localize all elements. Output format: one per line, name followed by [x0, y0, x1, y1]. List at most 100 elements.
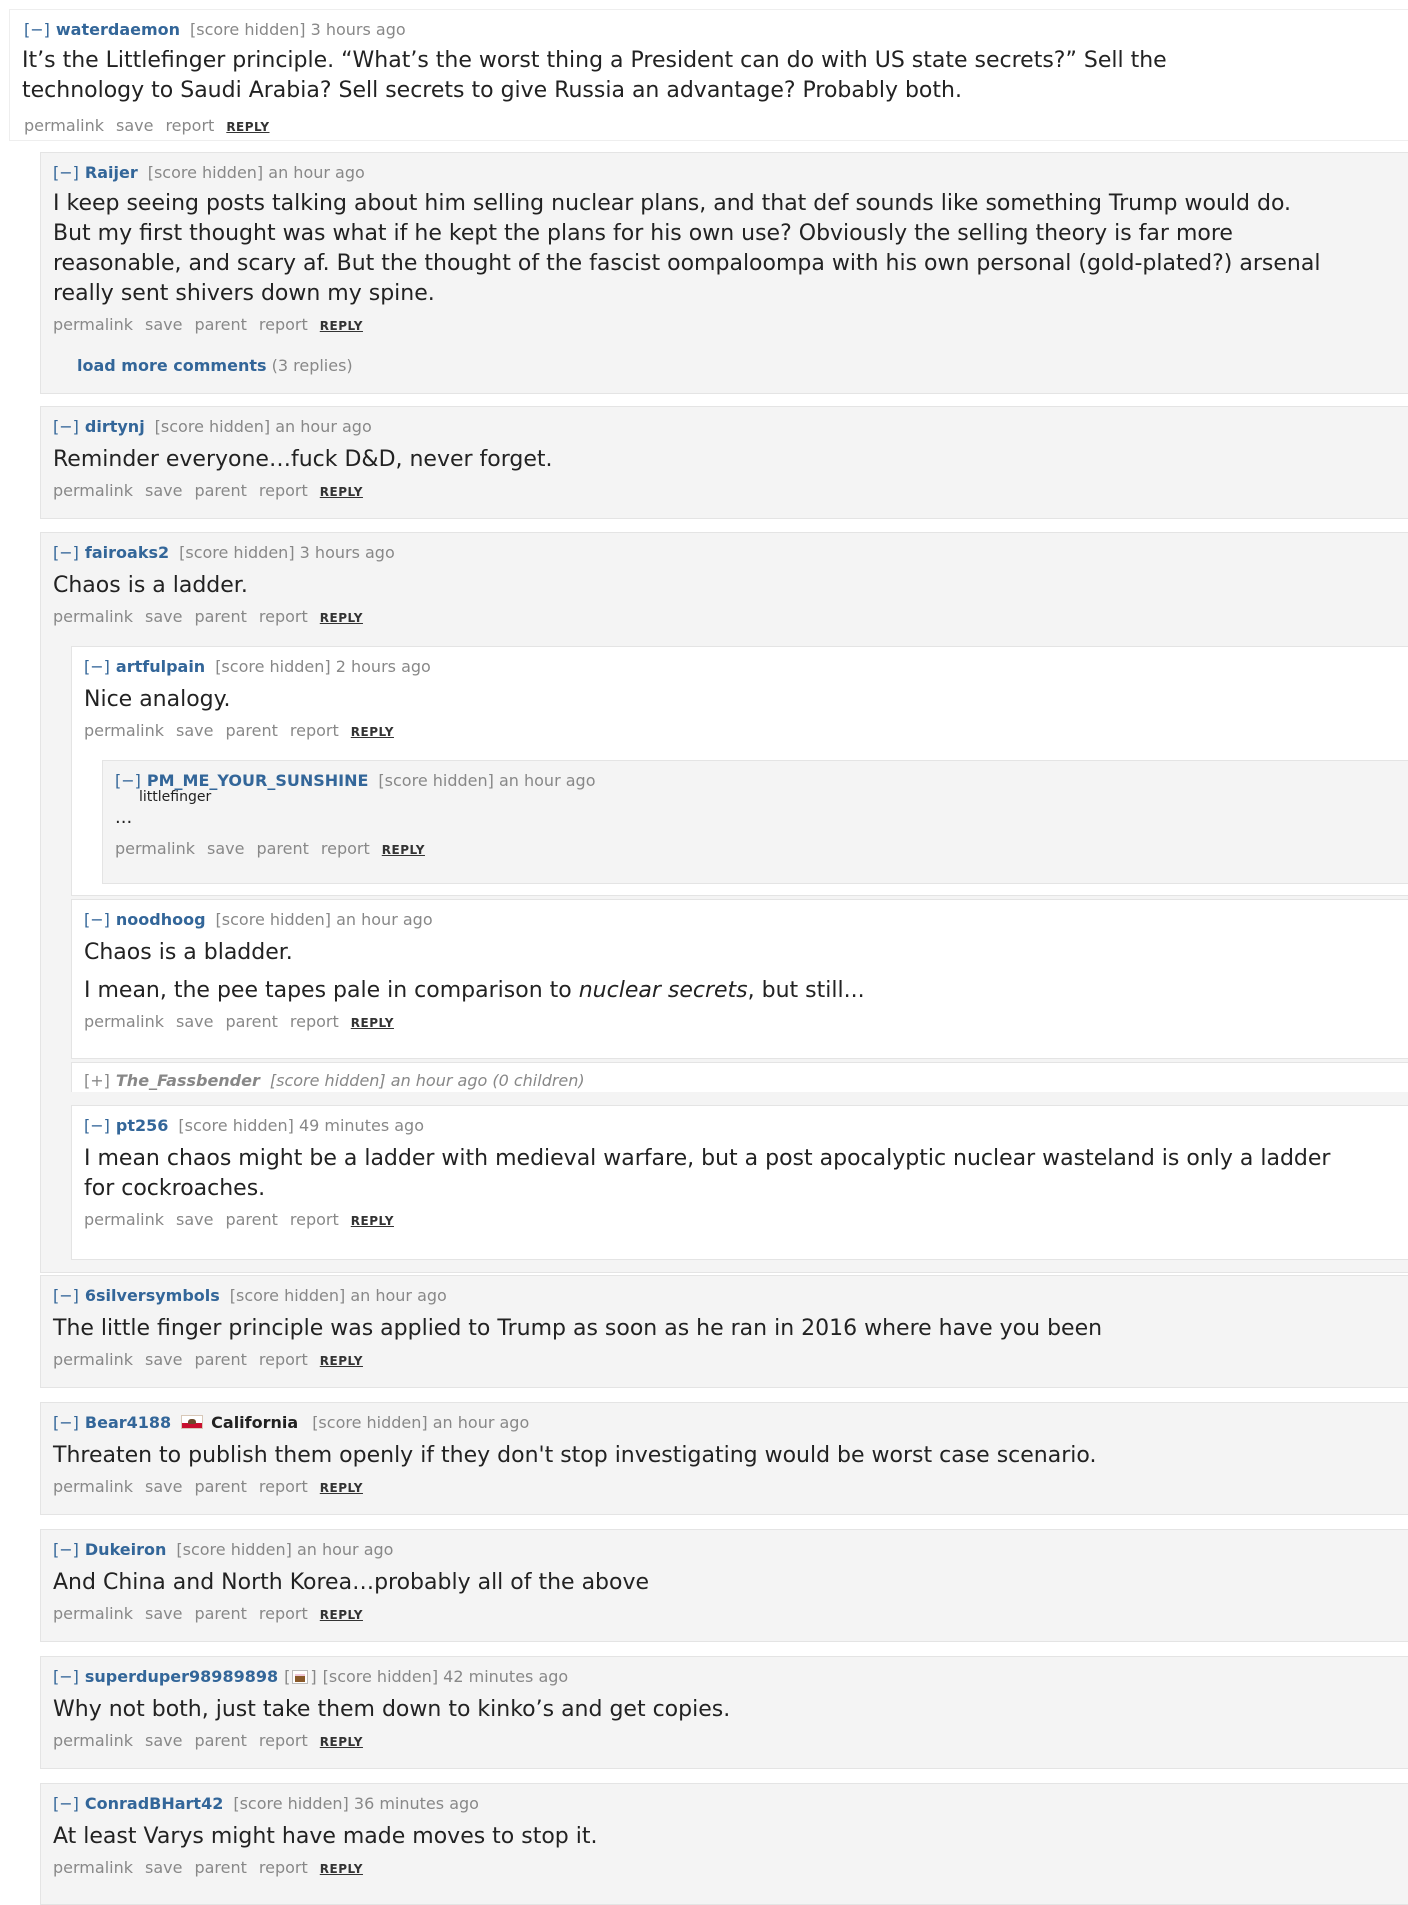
comment-tagline: [−] fairoaks2 [score hidden] 3 hours ago — [53, 543, 1408, 563]
collapse-toggle[interactable]: [−] — [53, 1286, 79, 1305]
report-link[interactable]: report — [259, 315, 308, 334]
parent-link[interactable]: parent — [225, 1210, 277, 1229]
save-link[interactable]: save — [145, 315, 182, 334]
reply-link[interactable]: REPLY — [320, 485, 363, 499]
report-link[interactable]: report — [290, 1210, 339, 1229]
timestamp: 3 hours ago — [299, 543, 395, 562]
comment-actions: permalink save parent report REPLY — [53, 607, 1408, 628]
parent-link[interactable]: parent — [194, 1350, 246, 1369]
author-link[interactable]: noodhoog — [116, 910, 206, 929]
collapse-toggle[interactable]: [−] — [53, 1413, 79, 1432]
save-link[interactable]: save — [145, 481, 182, 500]
reply-link[interactable]: REPLY — [351, 1214, 394, 1228]
parent-link[interactable]: parent — [225, 1012, 277, 1031]
reply-link[interactable]: REPLY — [320, 1862, 363, 1876]
reply-link[interactable]: REPLY — [320, 1481, 363, 1495]
parent-link[interactable]: parent — [225, 721, 277, 740]
report-link[interactable]: report — [259, 481, 308, 500]
permalink-link[interactable]: permalink — [53, 481, 133, 500]
author-link[interactable]: pt256 — [116, 1116, 169, 1135]
author-link[interactable]: 6silversymbols — [85, 1286, 220, 1305]
comment: [−] superduper98989898 [] [score hidden] 42… — [40, 1656, 1408, 1769]
save-link[interactable]: save — [145, 1731, 182, 1750]
report-link[interactable]: report — [290, 721, 339, 740]
reply-link[interactable]: REPLY — [320, 611, 363, 625]
save-link[interactable]: save — [207, 839, 244, 858]
report-link[interactable]: report — [290, 1012, 339, 1031]
report-link[interactable]: report — [321, 839, 370, 858]
permalink-link[interactable]: permalink — [53, 1604, 133, 1623]
author-link[interactable]: ConradBHart42 — [85, 1794, 223, 1813]
reply-link[interactable]: REPLY — [226, 120, 269, 134]
save-link[interactable]: save — [145, 1477, 182, 1496]
permalink-link[interactable]: permalink — [53, 1731, 133, 1750]
permalink-link[interactable]: permalink — [84, 1012, 164, 1031]
report-link[interactable]: report — [259, 1604, 308, 1623]
report-link[interactable]: report — [259, 607, 308, 626]
author-link[interactable]: PM_ME_YOUR_SUNSHINE — [147, 771, 369, 790]
author-link[interactable]: artfulpain — [116, 657, 205, 676]
permalink-link[interactable]: permalink — [84, 1210, 164, 1229]
reply-link[interactable]: REPLY — [320, 1608, 363, 1622]
permalink-link[interactable]: permalink — [53, 1350, 133, 1369]
parent-link[interactable]: parent — [194, 1477, 246, 1496]
permalink-link[interactable]: permalink — [53, 607, 133, 626]
collapse-toggle[interactable]: [−] — [53, 543, 79, 562]
comment-text: I keep seeing posts talking about him se… — [53, 191, 1321, 306]
reply-link[interactable]: REPLY — [320, 1735, 363, 1749]
collapse-toggle[interactable]: [−] — [53, 163, 79, 182]
report-link[interactable]: report — [259, 1477, 308, 1496]
reply-link[interactable]: REPLY — [320, 319, 363, 333]
report-link[interactable]: report — [259, 1858, 308, 1877]
author-link[interactable]: dirtynj — [85, 417, 145, 436]
reply-link[interactable]: REPLY — [351, 1016, 394, 1030]
reply-link[interactable]: REPLY — [382, 843, 425, 857]
reply-link[interactable]: REPLY — [351, 725, 394, 739]
save-link[interactable]: save — [145, 1350, 182, 1369]
permalink-link[interactable]: permalink — [84, 721, 164, 740]
author-link[interactable]: Bear4188 — [85, 1413, 171, 1432]
permalink-link[interactable]: permalink — [53, 315, 133, 334]
parent-link[interactable]: parent — [194, 315, 246, 334]
parent-link[interactable]: parent — [194, 1731, 246, 1750]
save-link[interactable]: save — [176, 1012, 213, 1031]
author-link[interactable]: fairoaks2 — [85, 543, 169, 562]
collapse-toggle[interactable]: [−] — [53, 1667, 79, 1686]
author-link[interactable]: The_Fassbender — [116, 1071, 260, 1090]
parent-link[interactable]: parent — [194, 607, 246, 626]
collapse-toggle[interactable]: [−] — [84, 1116, 110, 1135]
comment-actions: permalink save parent report REPLY — [53, 1350, 1408, 1371]
permalink-link[interactable]: permalink — [115, 839, 195, 858]
report-link[interactable]: report — [165, 116, 214, 135]
permalink-link[interactable]: permalink — [53, 1477, 133, 1496]
collapse-toggle[interactable]: [−] — [115, 771, 141, 790]
author-link[interactable]: Raijer — [85, 163, 138, 182]
author-link[interactable]: waterdaemon — [56, 20, 180, 39]
save-link[interactable]: save — [145, 1858, 182, 1877]
load-more-link[interactable]: load more comments — [77, 356, 267, 375]
reply-link[interactable]: REPLY — [320, 1354, 363, 1368]
author-link[interactable]: Dukeiron — [85, 1540, 167, 1559]
timestamp: 42 minutes ago — [443, 1667, 569, 1686]
report-link[interactable]: report — [259, 1731, 308, 1750]
permalink-link[interactable]: permalink — [53, 1858, 133, 1877]
parent-link[interactable]: parent — [194, 1604, 246, 1623]
author-link[interactable]: superduper98989898 — [85, 1667, 278, 1686]
save-link[interactable]: save — [116, 116, 153, 135]
parent-link[interactable]: parent — [256, 839, 308, 858]
collapse-toggle[interactable]: [−] — [53, 417, 79, 436]
collapse-toggle[interactable]: [−] — [53, 1794, 79, 1813]
expand-toggle[interactable]: [+] — [84, 1071, 110, 1090]
collapse-toggle[interactable]: [−] — [24, 20, 50, 39]
save-link[interactable]: save — [176, 721, 213, 740]
save-link[interactable]: save — [145, 607, 182, 626]
save-link[interactable]: save — [176, 1210, 213, 1229]
parent-link[interactable]: parent — [194, 481, 246, 500]
parent-link[interactable]: parent — [194, 1858, 246, 1877]
collapse-toggle[interactable]: [−] — [84, 910, 110, 929]
permalink-link[interactable]: permalink — [24, 116, 104, 135]
collapse-toggle[interactable]: [−] — [84, 657, 110, 676]
report-link[interactable]: report — [259, 1350, 308, 1369]
save-link[interactable]: save — [145, 1604, 182, 1623]
collapse-toggle[interactable]: [−] — [53, 1540, 79, 1559]
